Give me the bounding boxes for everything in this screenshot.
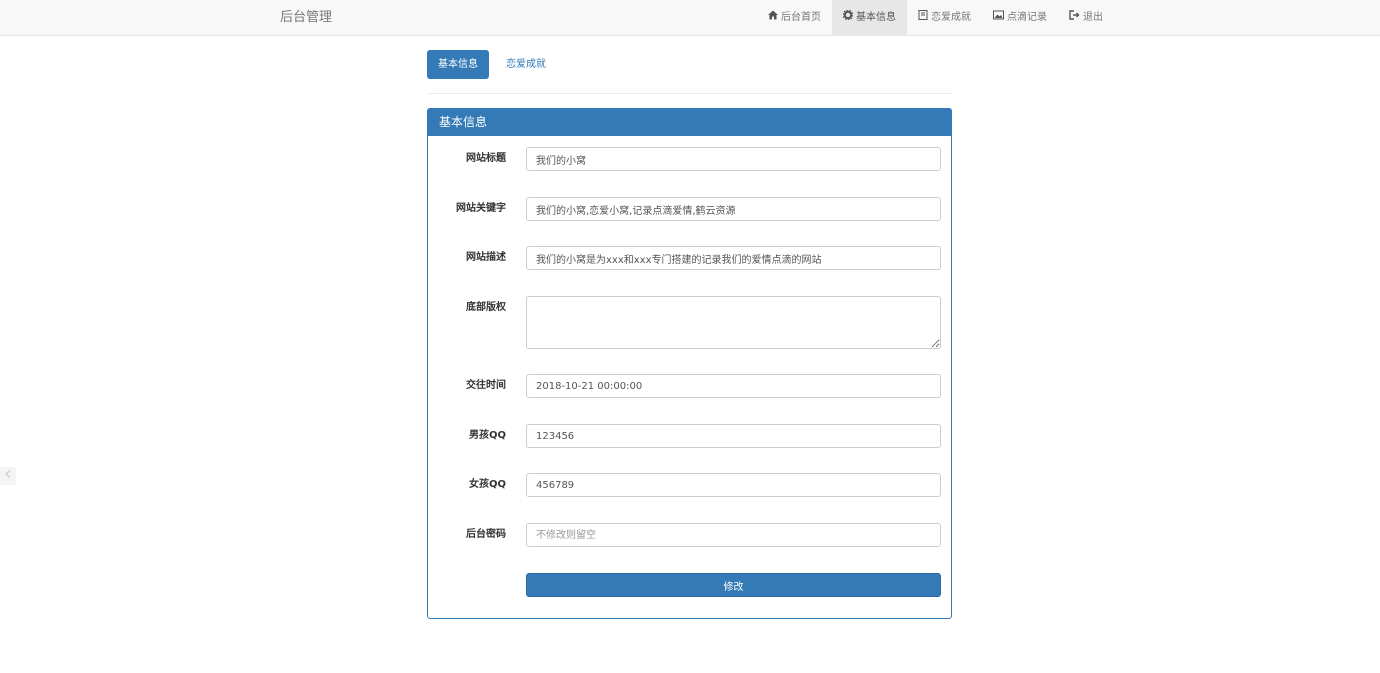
- chevron-left-icon: [5, 470, 11, 480]
- boy-qq-label: 男孩QQ: [468, 430, 506, 441]
- nav-item-label: 点滴记录: [1007, 12, 1047, 23]
- gear-icon: [842, 0, 854, 36]
- nav-item-label: 后台首页: [781, 12, 821, 23]
- date-input[interactable]: [526, 374, 941, 398]
- description-input[interactable]: [526, 246, 941, 270]
- submit-button[interactable]: 修改: [526, 573, 941, 597]
- home-icon: [768, 0, 778, 36]
- date-label: 交往时间: [466, 380, 506, 391]
- copyright-label: 底部版权: [466, 302, 506, 313]
- boy-qq-input[interactable]: [526, 424, 941, 448]
- page-tabs: 基本信息 恋爱成就: [427, 50, 557, 79]
- girl-qq-input[interactable]: [526, 473, 941, 497]
- nav-item-basic-info[interactable]: 基本信息: [832, 0, 907, 36]
- nav-item-home[interactable]: 后台首页: [757, 0, 832, 36]
- panel-title: 基本信息: [428, 109, 951, 136]
- copyright-textarea[interactable]: [526, 296, 941, 349]
- picture-icon: [993, 0, 1004, 36]
- side-toggle-handle[interactable]: [0, 467, 16, 485]
- nav-item-label: 恋爱成就: [931, 12, 971, 23]
- password-input[interactable]: [526, 523, 941, 547]
- basic-info-panel: 基本信息 网站标题 网站关键字 网站描述 底部版权 交往时间 男孩QQ 女孩QQ…: [427, 108, 952, 619]
- nav-item-label: 基本信息: [856, 12, 896, 23]
- site-title-label: 网站标题: [466, 153, 506, 164]
- nav-menu: 后台首页 基本信息 恋爱成就 点滴记录 退出: [757, 0, 1114, 36]
- tab-divider: [427, 93, 952, 94]
- logout-icon: [1069, 0, 1080, 36]
- password-label: 后台密码: [466, 529, 506, 540]
- nav-item-label: 退出: [1083, 12, 1103, 23]
- nav-item-logout[interactable]: 退出: [1058, 0, 1114, 36]
- book-icon: [918, 0, 928, 36]
- nav-item-records[interactable]: 点滴记录: [982, 0, 1058, 36]
- girl-qq-label: 女孩QQ: [468, 479, 506, 490]
- tab-achievements[interactable]: 恋爱成就: [495, 50, 557, 79]
- description-label: 网站描述: [466, 252, 506, 263]
- tab-basic-info[interactable]: 基本信息: [427, 50, 489, 79]
- keywords-input[interactable]: [526, 197, 941, 221]
- site-title-input[interactable]: [526, 147, 941, 171]
- brand-title[interactable]: 后台管理: [280, 0, 332, 36]
- top-navbar: 后台管理 后台首页 基本信息 恋爱成就 点滴记录 退出: [0, 0, 1380, 36]
- keywords-label: 网站关键字: [456, 203, 506, 214]
- nav-item-achievements[interactable]: 恋爱成就: [907, 0, 982, 36]
